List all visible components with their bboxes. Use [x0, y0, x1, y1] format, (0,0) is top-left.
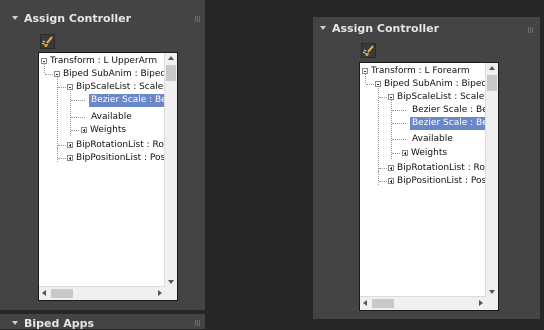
scroll-left-arrow-icon[interactable] — [363, 300, 367, 306]
collapse-arrow-icon[interactable] — [320, 26, 326, 30]
scroll-thumb[interactable] — [372, 299, 394, 308]
right-assign-controller-panel: Assign Controller Transform : L Forearm … — [313, 17, 540, 319]
left-assign-controller-panel: Assign Controller Transform : L UpperArm… — [0, 0, 205, 310]
collapse-arrow-icon[interactable] — [12, 321, 18, 325]
panel-grip-icon[interactable] — [528, 27, 534, 33]
scroll-corner — [486, 297, 498, 310]
scroll-corner — [165, 287, 177, 300]
scroll-left-arrow-icon[interactable] — [42, 290, 46, 296]
expand-toggle-icon[interactable] — [67, 142, 73, 148]
expand-toggle-icon[interactable] — [81, 127, 87, 133]
panel-grip-icon[interactable] — [195, 16, 201, 22]
collapse-toggle-icon[interactable] — [54, 71, 60, 77]
scroll-thumb[interactable] — [166, 65, 176, 81]
left-controller-tree[interactable]: Transform : L UpperArm Biped SubAnim : B… — [38, 52, 178, 301]
tree-horizontal-scrollbar[interactable] — [360, 296, 486, 310]
panel-grip-icon[interactable] — [195, 320, 201, 326]
collapse-toggle-icon[interactable] — [388, 94, 394, 100]
tree-vertical-scrollbar[interactable] — [485, 63, 498, 297]
biped-apps-panel: Biped Apps — [0, 314, 205, 330]
tree-horizontal-scrollbar[interactable] — [39, 286, 165, 300]
scroll-up-arrow-icon[interactable] — [168, 56, 174, 60]
expand-toggle-icon[interactable] — [388, 165, 394, 171]
right-controller-tree[interactable]: Transform : L Forearm Biped SubAnim : Bi… — [359, 62, 499, 311]
expand-toggle-icon[interactable] — [402, 150, 408, 156]
assign-controller-tool-icon[interactable] — [40, 34, 55, 49]
tree-line — [378, 171, 380, 181]
assign-controller-tool-icon[interactable] — [361, 43, 376, 58]
expand-toggle-icon[interactable] — [388, 178, 394, 184]
left-panel-title: Assign Controller — [24, 12, 132, 25]
tree-line — [391, 99, 393, 159]
tree-vertical-scrollbar[interactable] — [164, 53, 177, 287]
scroll-up-arrow-icon[interactable] — [489, 66, 495, 70]
tree-line — [57, 148, 59, 158]
collapse-toggle-icon[interactable] — [41, 58, 47, 64]
scroll-down-arrow-icon[interactable] — [168, 280, 174, 284]
scroll-thumb[interactable] — [51, 289, 73, 298]
collapse-toggle-icon[interactable] — [67, 84, 73, 90]
collapse-toggle-icon[interactable] — [362, 68, 368, 74]
tree-line — [70, 89, 72, 136]
tree-line — [365, 73, 367, 83]
tree-line — [44, 63, 46, 73]
collapse-arrow-icon[interactable] — [12, 16, 18, 20]
biped-apps-title: Biped Apps — [24, 317, 95, 330]
expand-toggle-icon[interactable] — [67, 155, 73, 161]
scroll-thumb[interactable] — [487, 75, 497, 91]
scroll-right-arrow-icon[interactable] — [158, 290, 162, 296]
scroll-down-arrow-icon[interactable] — [489, 290, 495, 294]
scroll-right-arrow-icon[interactable] — [479, 300, 483, 306]
right-panel-title: Assign Controller — [332, 22, 440, 35]
collapse-toggle-icon[interactable] — [375, 81, 381, 87]
